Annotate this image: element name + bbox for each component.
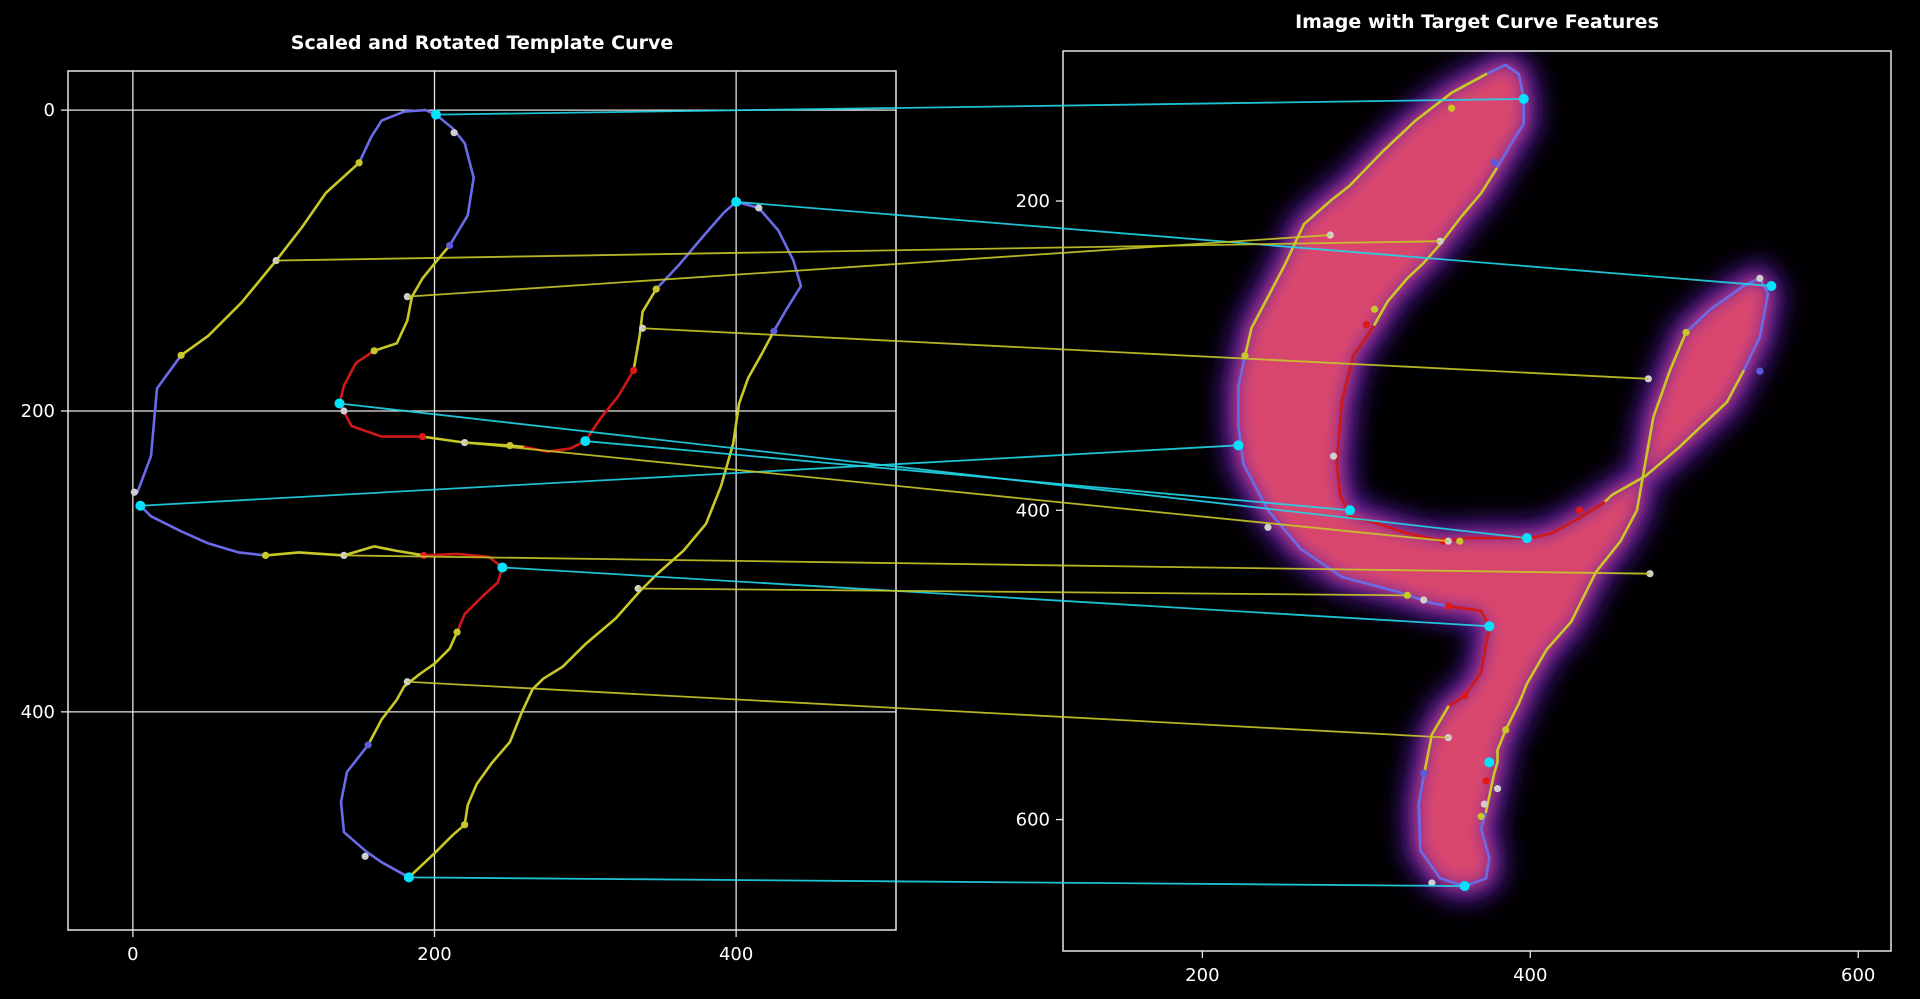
left-curve-segment (372, 244, 451, 353)
correspondence-line (642, 327, 1649, 380)
left-y-tick-label: 200 (21, 401, 55, 422)
left-x-tick-label: 400 (719, 944, 753, 965)
right-feature-point (1756, 274, 1764, 282)
left-plot: 0 200 400 0 200 400 Scaled and Rotated Templ… (21, 32, 897, 965)
left-curve-segment (455, 566, 504, 634)
right-feature-point (1370, 305, 1379, 313)
right-y-tick-label: 200 (1016, 191, 1050, 212)
left-feature-point (177, 351, 185, 359)
left-feature-point (261, 551, 270, 560)
left-gridlines (68, 71, 896, 930)
correspondence-line (408, 876, 1465, 887)
correspondence-line (407, 680, 1449, 739)
right-feature-point (1444, 602, 1452, 610)
left-y-ticks: 0 200 400 (21, 100, 68, 723)
left-feature-point (420, 551, 428, 560)
left-feature-point (461, 821, 469, 829)
left-feature-point (370, 347, 378, 355)
left-curve-segment (139, 504, 267, 557)
left-curve-segment (339, 743, 411, 879)
correspondence-lines (140, 98, 1772, 887)
right-y-ticks: 200 400 600 (1016, 191, 1063, 831)
left-plot-frame (67, 70, 897, 931)
left-curve-segments (136, 108, 803, 879)
left-curve-segment (584, 369, 635, 443)
left-curve-segment (338, 349, 424, 438)
right-feature-point (1493, 785, 1502, 793)
right-x-tick-label: 400 (1513, 965, 1547, 986)
left-feature-point (770, 327, 778, 335)
right-feature-point (1756, 367, 1764, 375)
left-x-ticks: 0 200 400 (127, 930, 753, 965)
right-y-tick-label: 400 (1016, 500, 1050, 521)
left-curve-segment (357, 108, 438, 165)
right-x-tick-label: 200 (1185, 965, 1219, 986)
right-feature-point (1420, 769, 1428, 777)
left-feature-point (629, 366, 638, 374)
right-feature-point (1575, 506, 1584, 514)
correspondence-line (638, 587, 1408, 597)
right-feature-point (1682, 328, 1690, 337)
correspondence-line (435, 98, 1524, 116)
right-feature-point (1362, 321, 1370, 329)
right-plot: 200 400 600 200 400 600 Image with Target Cu… (1016, 11, 1892, 986)
right-x-ticks: 200 400 600 (1185, 951, 1875, 986)
left-y-tick-label: 0 (44, 100, 55, 121)
left-feature-point (418, 432, 427, 441)
left-feature-point (361, 852, 369, 860)
left-feature-point (364, 741, 372, 749)
right-chart-title: Image with Target Curve Features (1295, 11, 1659, 33)
right-feature-point (1484, 757, 1495, 768)
right-feature-point (1329, 452, 1338, 460)
left-feature-point (445, 241, 454, 250)
left-feature-points (130, 109, 778, 883)
right-feature-point (1480, 800, 1488, 808)
left-feature-point (450, 129, 458, 137)
right-feature-point (1482, 777, 1490, 785)
right-feature-point (1477, 812, 1485, 821)
left-feature-point (453, 628, 461, 636)
left-x-tick-label: 200 (417, 944, 451, 965)
left-curve-segment (366, 630, 459, 747)
right-feature-point (1490, 158, 1498, 166)
left-feature-point (755, 204, 763, 212)
left-y-tick-label: 400 (21, 702, 55, 723)
figure-canvas: 0 200 400 0 200 400 Scaled and Rotated Templ… (21, 11, 1892, 986)
right-feature-point (1420, 596, 1428, 604)
left-feature-point (355, 159, 363, 167)
digit-glow (1223, 51, 1783, 902)
right-x-tick-label: 600 (1841, 965, 1875, 986)
left-feature-point (340, 407, 348, 415)
right-feature-point (1447, 104, 1456, 112)
correspondence-line (407, 234, 1331, 298)
left-x-tick-label: 0 (127, 944, 138, 965)
right-feature-point (1456, 537, 1464, 545)
right-feature-point (1502, 726, 1510, 734)
left-chart-title: Scaled and Rotated Template Curve (291, 32, 673, 54)
left-curve-segment (407, 823, 466, 879)
left-feature-point (652, 285, 660, 293)
right-y-tick-label: 600 (1016, 810, 1050, 831)
left-curve-segment (463, 330, 776, 826)
left-curve-segment (136, 354, 183, 494)
left-curve-segment (757, 206, 803, 333)
left-feature-point (130, 488, 138, 496)
correspondence-line (140, 444, 1239, 507)
right-feature-point (1461, 692, 1469, 700)
right-feature-point (1264, 523, 1272, 531)
